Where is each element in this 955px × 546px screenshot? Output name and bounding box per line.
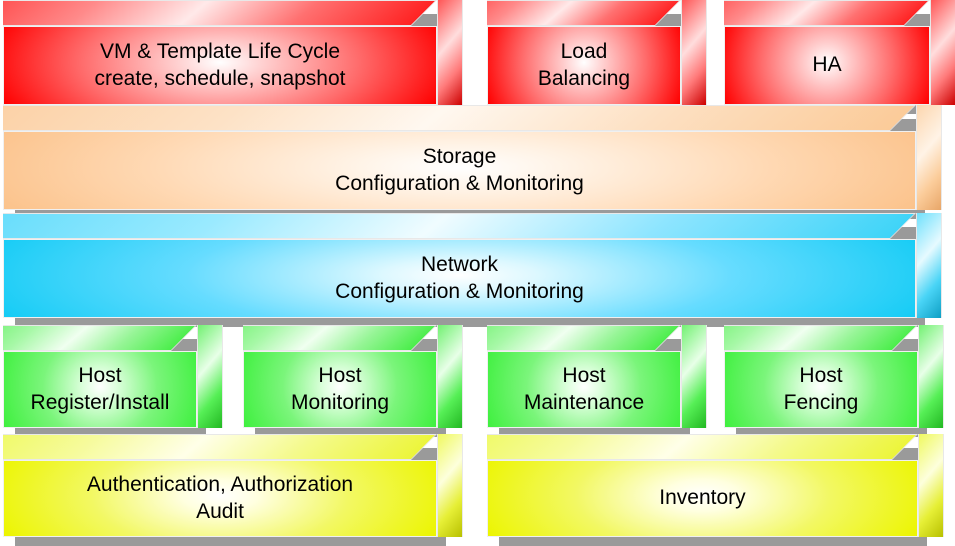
box-front-face: Host Maintenance bbox=[487, 351, 681, 428]
box-side-face bbox=[918, 325, 944, 428]
box-top-face bbox=[3, 434, 437, 460]
box-top-face bbox=[3, 325, 197, 351]
box-host-register-install[interactable]: Host Register/Install bbox=[3, 325, 223, 437]
box-label: Authentication, Authorization Audit bbox=[86, 473, 354, 523]
box-top-face bbox=[3, 0, 437, 26]
box-label: Load Balancing bbox=[537, 40, 631, 90]
box-label: Storage Configuration & Monitoring bbox=[335, 145, 584, 195]
box-top-face bbox=[3, 105, 916, 131]
box-authentication-authorization-audit[interactable]: Authentication, Authorization Audit bbox=[3, 434, 463, 546]
box-front-face: Network Configuration & Monitoring bbox=[3, 239, 916, 318]
box-side-face bbox=[197, 325, 223, 428]
layered-capability-diagram: VM & Template Life Cycle create, schedul… bbox=[0, 0, 955, 546]
box-load-balancing[interactable]: Load Balancing bbox=[487, 0, 707, 114]
box-front-face: Load Balancing bbox=[487, 26, 681, 105]
box-host-fencing[interactable]: Host Fencing bbox=[724, 325, 944, 437]
box-front-face: Host Fencing bbox=[724, 351, 918, 428]
box-front-face: Host Register/Install bbox=[3, 351, 197, 428]
box-host-monitoring[interactable]: Host Monitoring bbox=[243, 325, 463, 437]
box-storage[interactable]: Storage Configuration & Monitoring bbox=[3, 105, 942, 219]
box-side-face bbox=[437, 325, 463, 428]
box-side-face bbox=[916, 213, 942, 318]
box-front-face: HA bbox=[724, 26, 930, 105]
box-side-face bbox=[437, 0, 463, 105]
box-label: Inventory bbox=[659, 486, 746, 510]
box-front-face: Host Monitoring bbox=[243, 351, 437, 428]
box-inventory[interactable]: Inventory bbox=[487, 434, 944, 546]
box-top-face bbox=[724, 325, 918, 351]
box-top-face bbox=[3, 213, 916, 239]
box-label: VM & Template Life Cycle create, schedul… bbox=[94, 40, 346, 90]
box-host-maintenance[interactable]: Host Maintenance bbox=[487, 325, 707, 437]
box-front-face: Inventory bbox=[487, 460, 918, 537]
box-top-face bbox=[487, 0, 681, 26]
box-top-face bbox=[243, 325, 437, 351]
box-top-face bbox=[487, 434, 918, 460]
box-side-face bbox=[930, 0, 955, 105]
box-front-face: Authentication, Authorization Audit bbox=[3, 460, 437, 537]
box-side-face bbox=[681, 325, 707, 428]
box-top-face bbox=[487, 325, 681, 351]
box-label: Host Maintenance bbox=[523, 364, 645, 414]
box-top-face bbox=[724, 0, 930, 26]
box-front-face: VM & Template Life Cycle create, schedul… bbox=[3, 26, 437, 105]
box-network[interactable]: Network Configuration & Monitoring bbox=[3, 213, 942, 327]
box-vm-template-life-cycle[interactable]: VM & Template Life Cycle create, schedul… bbox=[3, 0, 463, 114]
box-label: Host Monitoring bbox=[290, 364, 390, 414]
box-label: Network Configuration & Monitoring bbox=[335, 253, 584, 303]
box-label: Host Fencing bbox=[783, 364, 859, 414]
box-side-face bbox=[916, 105, 942, 210]
box-side-face bbox=[437, 434, 463, 537]
box-front-face: Storage Configuration & Monitoring bbox=[3, 131, 916, 210]
box-ha[interactable]: HA bbox=[724, 0, 955, 114]
box-side-face bbox=[918, 434, 944, 537]
box-side-face bbox=[681, 0, 707, 105]
box-label: Host Register/Install bbox=[30, 364, 170, 414]
box-label: HA bbox=[812, 53, 842, 77]
